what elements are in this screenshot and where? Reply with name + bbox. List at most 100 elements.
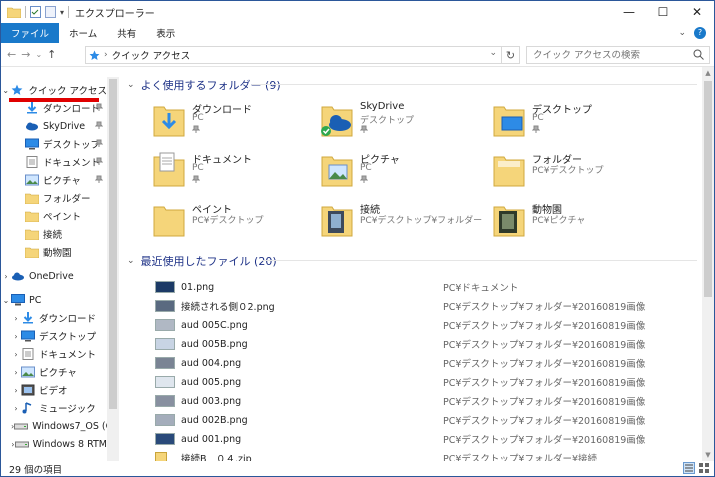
chevron-down-icon[interactable]: ⌄ [1, 296, 11, 305]
chevron-down-icon[interactable]: ⌄ [127, 80, 135, 90]
chevron-right-icon[interactable]: › [11, 332, 21, 341]
help-icon[interactable]: ? [694, 27, 706, 39]
tab-view[interactable]: 表示 [146, 23, 185, 43]
pin-icon[interactable] [192, 175, 200, 183]
sidebar-item-documents[interactable]: ドキュメント [1, 153, 107, 171]
group-header-recent[interactable]: ⌄ 最近使用したファイル (20) [127, 253, 277, 269]
sidebar-item-quick-access[interactable]: ⌄ クイック アクセス [1, 81, 107, 99]
content-scrollbar[interactable]: ▲ ▼ [702, 67, 714, 461]
recent-file-row[interactable]: aud 005B.png PC¥デスクトップ¥フォルダー¥20160819画像 [155, 335, 695, 353]
scroll-down-icon[interactable]: ▼ [702, 451, 714, 459]
content-scrollbar-thumb[interactable] [704, 81, 712, 297]
folder-tile-pictures[interactable]: ピクチャ PC [320, 149, 490, 193]
recent-file-row[interactable]: aud 001.png PC¥デスクトップ¥フォルダー¥20160819画像 [155, 430, 695, 448]
forward-arrow-icon[interactable]: → [21, 48, 30, 61]
folder-tile-paint[interactable]: ペイント PC¥デスクトップ [152, 199, 322, 243]
chevron-down-icon[interactable]: ⌄ [127, 256, 135, 266]
file-location: PC¥デスクトップ¥フォルダー¥接続 [443, 454, 597, 461]
sidebar-item-zoo[interactable]: 動物園 [1, 243, 107, 261]
refresh-button[interactable]: ↻ [501, 47, 519, 63]
pin-icon[interactable] [95, 139, 103, 147]
pin-icon[interactable] [360, 175, 368, 183]
up-arrow-icon[interactable]: ↑ [47, 48, 56, 61]
folder-tile-zoo[interactable]: 動物園 PC¥ピクチャ [492, 199, 662, 243]
recent-file-row[interactable]: aud 003.png PC¥デスクトップ¥フォルダー¥20160819画像 [155, 392, 695, 410]
recent-file-row[interactable]: aud 002B.png PC¥デスクトップ¥フォルダー¥20160819画像 [155, 411, 695, 429]
sidebar-item-connection[interactable]: 接続 [1, 225, 107, 243]
toolbar-divider [68, 6, 70, 18]
drive-icon [14, 423, 29, 430]
sidebar-item-pc[interactable]: ⌄ PC [1, 291, 107, 309]
sidebar-item-paint[interactable]: ペイント [1, 207, 107, 225]
scroll-up-icon[interactable]: ▲ [702, 69, 714, 77]
tile-location: PC [192, 163, 204, 173]
folder-tile-connection[interactable]: 接続 PC¥デスクトップ¥フォルダー [320, 199, 490, 243]
folder-tile-downloads[interactable]: ダウンロード PC [152, 99, 322, 143]
minimize-button[interactable]: — [612, 1, 646, 23]
pin-icon[interactable] [532, 125, 540, 133]
download-icon [23, 312, 33, 324]
sidebar-item-pictures[interactable]: ピクチャ [1, 171, 107, 189]
chevron-right-icon[interactable]: › [11, 350, 21, 359]
chevron-down-icon[interactable]: ▾ [60, 8, 64, 17]
sidebar-item-pc-desktop[interactable]: › デスクトップ [1, 327, 107, 345]
folder-tile-documents[interactable]: ドキュメント PC [152, 149, 322, 193]
file-name: aud 004.png [181, 357, 242, 369]
breadcrumb[interactable]: クイック アクセス [112, 48, 191, 62]
chevron-right-icon[interactable]: › [11, 368, 21, 377]
pin-icon[interactable] [95, 121, 103, 129]
tab-share[interactable]: 共有 [107, 23, 146, 43]
sidebar-item-folder[interactable]: フォルダー [1, 189, 107, 207]
group-header-frequent[interactable]: ⌄ よく使用するフォルダー (9) [127, 77, 281, 93]
recent-file-row[interactable]: aud 005.png PC¥デスクトップ¥フォルダー¥20160819画像 [155, 373, 695, 391]
sidebar-item-drive-win8[interactable]: › Windows 8 RTM [1, 435, 107, 453]
properties-icon[interactable] [30, 6, 41, 18]
folder-tile-desktop[interactable]: デスクトップ PC [492, 99, 662, 143]
back-arrow-icon[interactable]: ← [7, 48, 16, 61]
maximize-button[interactable]: ☐ [646, 1, 680, 23]
chevron-right-icon[interactable]: › [11, 404, 21, 413]
recent-file-row[interactable]: 接続される側０2.png PC¥デスクトップ¥フォルダー¥20160819画像 [155, 297, 695, 315]
nav-scrollbar[interactable] [107, 77, 119, 461]
sidebar-item-drive-c[interactable]: › Windows7_OS (C [1, 417, 107, 435]
pin-icon[interactable] [95, 103, 103, 111]
details-view-icon[interactable] [683, 462, 695, 474]
tab-home[interactable]: ホーム [59, 23, 107, 43]
pin-icon[interactable] [192, 125, 200, 133]
expand-ribbon-icon[interactable]: ⌄ [678, 28, 686, 38]
address-dropdown-icon[interactable]: ⌄ [489, 48, 497, 58]
nav-scrollbar-thumb[interactable] [109, 79, 117, 409]
sidebar-item-pc-pictures[interactable]: › ピクチャ [1, 363, 107, 381]
tab-file[interactable]: ファイル [1, 23, 60, 43]
recent-locations-icon[interactable]: ⌄ [35, 50, 42, 59]
folder-icon[interactable] [7, 6, 21, 18]
sidebar-item-pc-downloads[interactable]: › ダウンロード [1, 309, 107, 327]
search-box[interactable] [526, 46, 710, 64]
sidebar-item-pc-documents[interactable]: › ドキュメント [1, 345, 107, 363]
new-folder-icon[interactable] [45, 6, 56, 18]
folder-tile-folder[interactable]: フォルダー PC¥デスクトップ [492, 149, 662, 193]
pin-icon[interactable] [95, 157, 103, 165]
pin-icon[interactable] [95, 175, 103, 183]
recent-file-row[interactable]: 01.png PC¥ドキュメント [155, 278, 695, 296]
chevron-right-icon[interactable]: › [1, 272, 11, 281]
sidebar-item-desktop[interactable]: デスクトップ [1, 135, 107, 153]
large-icons-view-icon[interactable] [698, 462, 710, 474]
search-input[interactable] [533, 49, 683, 61]
sidebar-item-onedrive[interactable]: › OneDrive [1, 267, 107, 285]
close-button[interactable]: ✕ [680, 1, 714, 23]
chevron-right-icon[interactable]: › [11, 314, 21, 323]
recent-file-row[interactable]: 接続B ０４.zip PC¥デスクトップ¥フォルダー¥接続 [155, 449, 695, 461]
chevron-right-icon[interactable]: › [11, 386, 21, 395]
pin-icon[interactable] [360, 125, 368, 133]
folder-tile-skydrive[interactable]: SkyDrive デスクトップ [320, 99, 490, 143]
file-name: aud 002B.png [181, 414, 248, 426]
recent-file-row[interactable]: aud 005C.png PC¥デスクトップ¥フォルダー¥20160819画像 [155, 316, 695, 334]
recent-file-row[interactable]: aud 004.png PC¥デスクトップ¥フォルダー¥20160819画像 [155, 354, 695, 372]
sidebar-item-pc-videos[interactable]: › ビデオ [1, 381, 107, 399]
address-bar[interactable]: › クイック アクセス ⌄ ↻ [85, 46, 520, 64]
sidebar-item-skydrive[interactable]: SkyDrive [1, 117, 107, 135]
chevron-down-icon[interactable]: ⌄ [1, 86, 10, 95]
search-icon[interactable] [693, 49, 704, 60]
sidebar-item-pc-music[interactable]: › ミュージック [1, 399, 107, 417]
